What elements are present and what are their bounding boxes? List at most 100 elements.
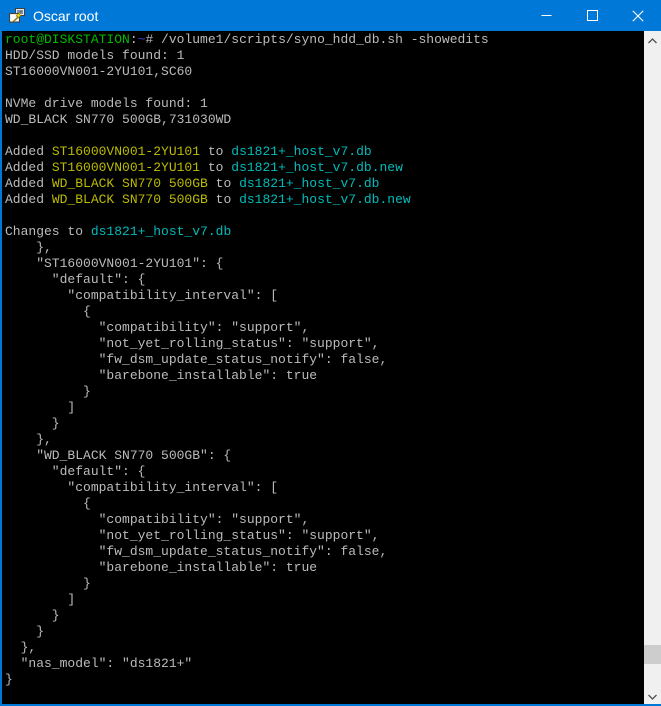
terminal-line: "compatibility": "support", [5,320,644,336]
terminal-text-segment: Added [5,144,52,159]
terminal-line: } [5,576,644,592]
caption-buttons [523,0,661,31]
window-body: root@DISKSTATION:~# /volume1/scripts/syn… [0,31,661,706]
terminal-line: "nas_model": "ds1821+" [5,656,644,672]
terminal-line: "default": { [5,272,644,288]
terminal-text-segment: { [5,304,91,319]
terminal-text-segment: ds1821+_host_v7.db [231,144,371,159]
terminal-text-segment: Changes to [5,224,91,239]
terminal-text-segment: { [5,496,91,511]
terminal-line: ST16000VN001-2YU101,SC60 [5,64,644,80]
terminal-text-segment: NVMe drive models found: 1 [5,96,208,111]
terminal-text-segment: : [130,32,138,47]
terminal-screen[interactable]: root@DISKSTATION:~# /volume1/scripts/syn… [2,31,644,704]
minimize-icon [541,10,552,21]
terminal-line: Added ST16000VN001-2YU101 to ds1821+_hos… [5,160,644,176]
terminal-text-segment: to [208,176,239,191]
putty-window: Oscar root [0,0,661,706]
terminal-text-segment: "ST16000VN001-2YU101": { [5,256,223,271]
scrollbar-up-button[interactable] [644,31,661,48]
close-icon [632,10,644,22]
terminal-line: } [5,416,644,432]
terminal-line: { [5,304,644,320]
title-bar[interactable]: Oscar root [0,0,661,31]
terminal-text-segment: WD_BLACK SN770 500GB,731030WD [5,112,231,127]
terminal-line: } [5,672,644,688]
terminal-text-segment: "compatibility_interval": [ [5,288,278,303]
terminal-text-segment: # /volume1/scripts/syno_hdd_db.sh -showe… [145,32,488,47]
terminal-text-segment: "not_yet_rolling_status": "support", [5,528,379,543]
scrollbar-down-button[interactable] [644,687,661,704]
scrollbar[interactable] [644,31,661,704]
maximize-button[interactable] [569,0,615,31]
chevron-down-icon [648,688,657,703]
terminal-line: WD_BLACK SN770 500GB,731030WD [5,112,644,128]
terminal-line [5,128,644,144]
terminal-line: { [5,496,644,512]
terminal-line: } [5,608,644,624]
window-title: Oscar root [33,8,523,24]
terminal-text-segment: ] [5,400,75,415]
terminal-line: NVMe drive models found: 1 [5,96,644,112]
terminal-line: HDD/SSD models found: 1 [5,48,644,64]
terminal-line: }, [5,640,644,656]
terminal-text-segment: to [208,192,239,207]
terminal-text-segment: "compatibility": "support", [5,512,309,527]
terminal-text-segment: ds1821+_host_v7.db.new [239,192,411,207]
terminal-text-segment: } [5,624,44,639]
terminal-line: "default": { [5,464,644,480]
maximize-icon [587,10,598,21]
terminal-line: }, [5,432,644,448]
terminal-text-segment: "barebone_installable": true [5,560,317,575]
minimize-button[interactable] [523,0,569,31]
terminal-text-segment: }, [5,240,52,255]
terminal-text-segment: ST16000VN001-2YU101 [52,160,200,175]
terminal-text-segment: "barebone_installable": true [5,368,317,383]
terminal-text-segment: "compatibility_interval": [ [5,480,278,495]
terminal-line: "not_yet_rolling_status": "support", [5,336,644,352]
terminal-text-segment: "default": { [5,272,145,287]
terminal-line: ] [5,400,644,416]
terminal-line: Added ST16000VN001-2YU101 to ds1821+_hos… [5,144,644,160]
putty-app-icon [9,8,25,24]
close-button[interactable] [615,0,661,31]
terminal-text-segment: "nas_model": "ds1821+" [5,656,192,671]
terminal-text-segment: ] [5,592,75,607]
scrollbar-track[interactable] [644,48,661,687]
terminal-text-segment: ST16000VN001-2YU101,SC60 [5,64,192,79]
chevron-up-icon [648,32,657,47]
terminal-line: } [5,384,644,400]
terminal-line: }, [5,240,644,256]
terminal-text-segment: }, [5,432,52,447]
terminal-text-segment: "compatibility": "support", [5,320,309,335]
terminal-line: "not_yet_rolling_status": "support", [5,528,644,544]
scrollbar-thumb[interactable] [644,645,661,664]
terminal-text-segment: "default": { [5,464,145,479]
terminal-line: } [5,624,644,640]
terminal-text-segment: "fw_dsm_update_status_notify": false, [5,544,387,559]
terminal-text-segment: Added [5,176,52,191]
terminal-line [5,80,644,96]
terminal-text-segment: } [5,384,91,399]
terminal-line: "fw_dsm_update_status_notify": false, [5,544,644,560]
terminal-text-segment: Added [5,160,52,175]
terminal-text-segment: ds1821+_host_v7.db.new [231,160,403,175]
terminal-text-segment: ds1821+_host_v7.db [239,176,379,191]
terminal-text-segment: "not_yet_rolling_status": "support", [5,336,379,351]
terminal-text-segment: ds1821+_host_v7.db [91,224,231,239]
terminal-text-segment: WD_BLACK SN770 500GB [52,176,208,191]
terminal-text-segment: Added [5,192,52,207]
terminal-line: Added WD_BLACK SN770 500GB to ds1821+_ho… [5,192,644,208]
terminal-text-segment: } [5,576,91,591]
terminal-text-segment: ST16000VN001-2YU101 [52,144,200,159]
terminal-text-segment: } [5,608,60,623]
terminal-line: ] [5,592,644,608]
terminal-text-segment: "WD_BLACK SN770 500GB": { [5,448,231,463]
terminal-text-segment: } [5,672,13,687]
terminal-text-segment: HDD/SSD models found: 1 [5,48,184,63]
terminal-line: Added WD_BLACK SN770 500GB to ds1821+_ho… [5,176,644,192]
terminal-line: "compatibility_interval": [ [5,288,644,304]
terminal-text-segment: WD_BLACK SN770 500GB [52,192,208,207]
terminal-line: Changes to ds1821+_host_v7.db [5,224,644,240]
terminal-line: "ST16000VN001-2YU101": { [5,256,644,272]
